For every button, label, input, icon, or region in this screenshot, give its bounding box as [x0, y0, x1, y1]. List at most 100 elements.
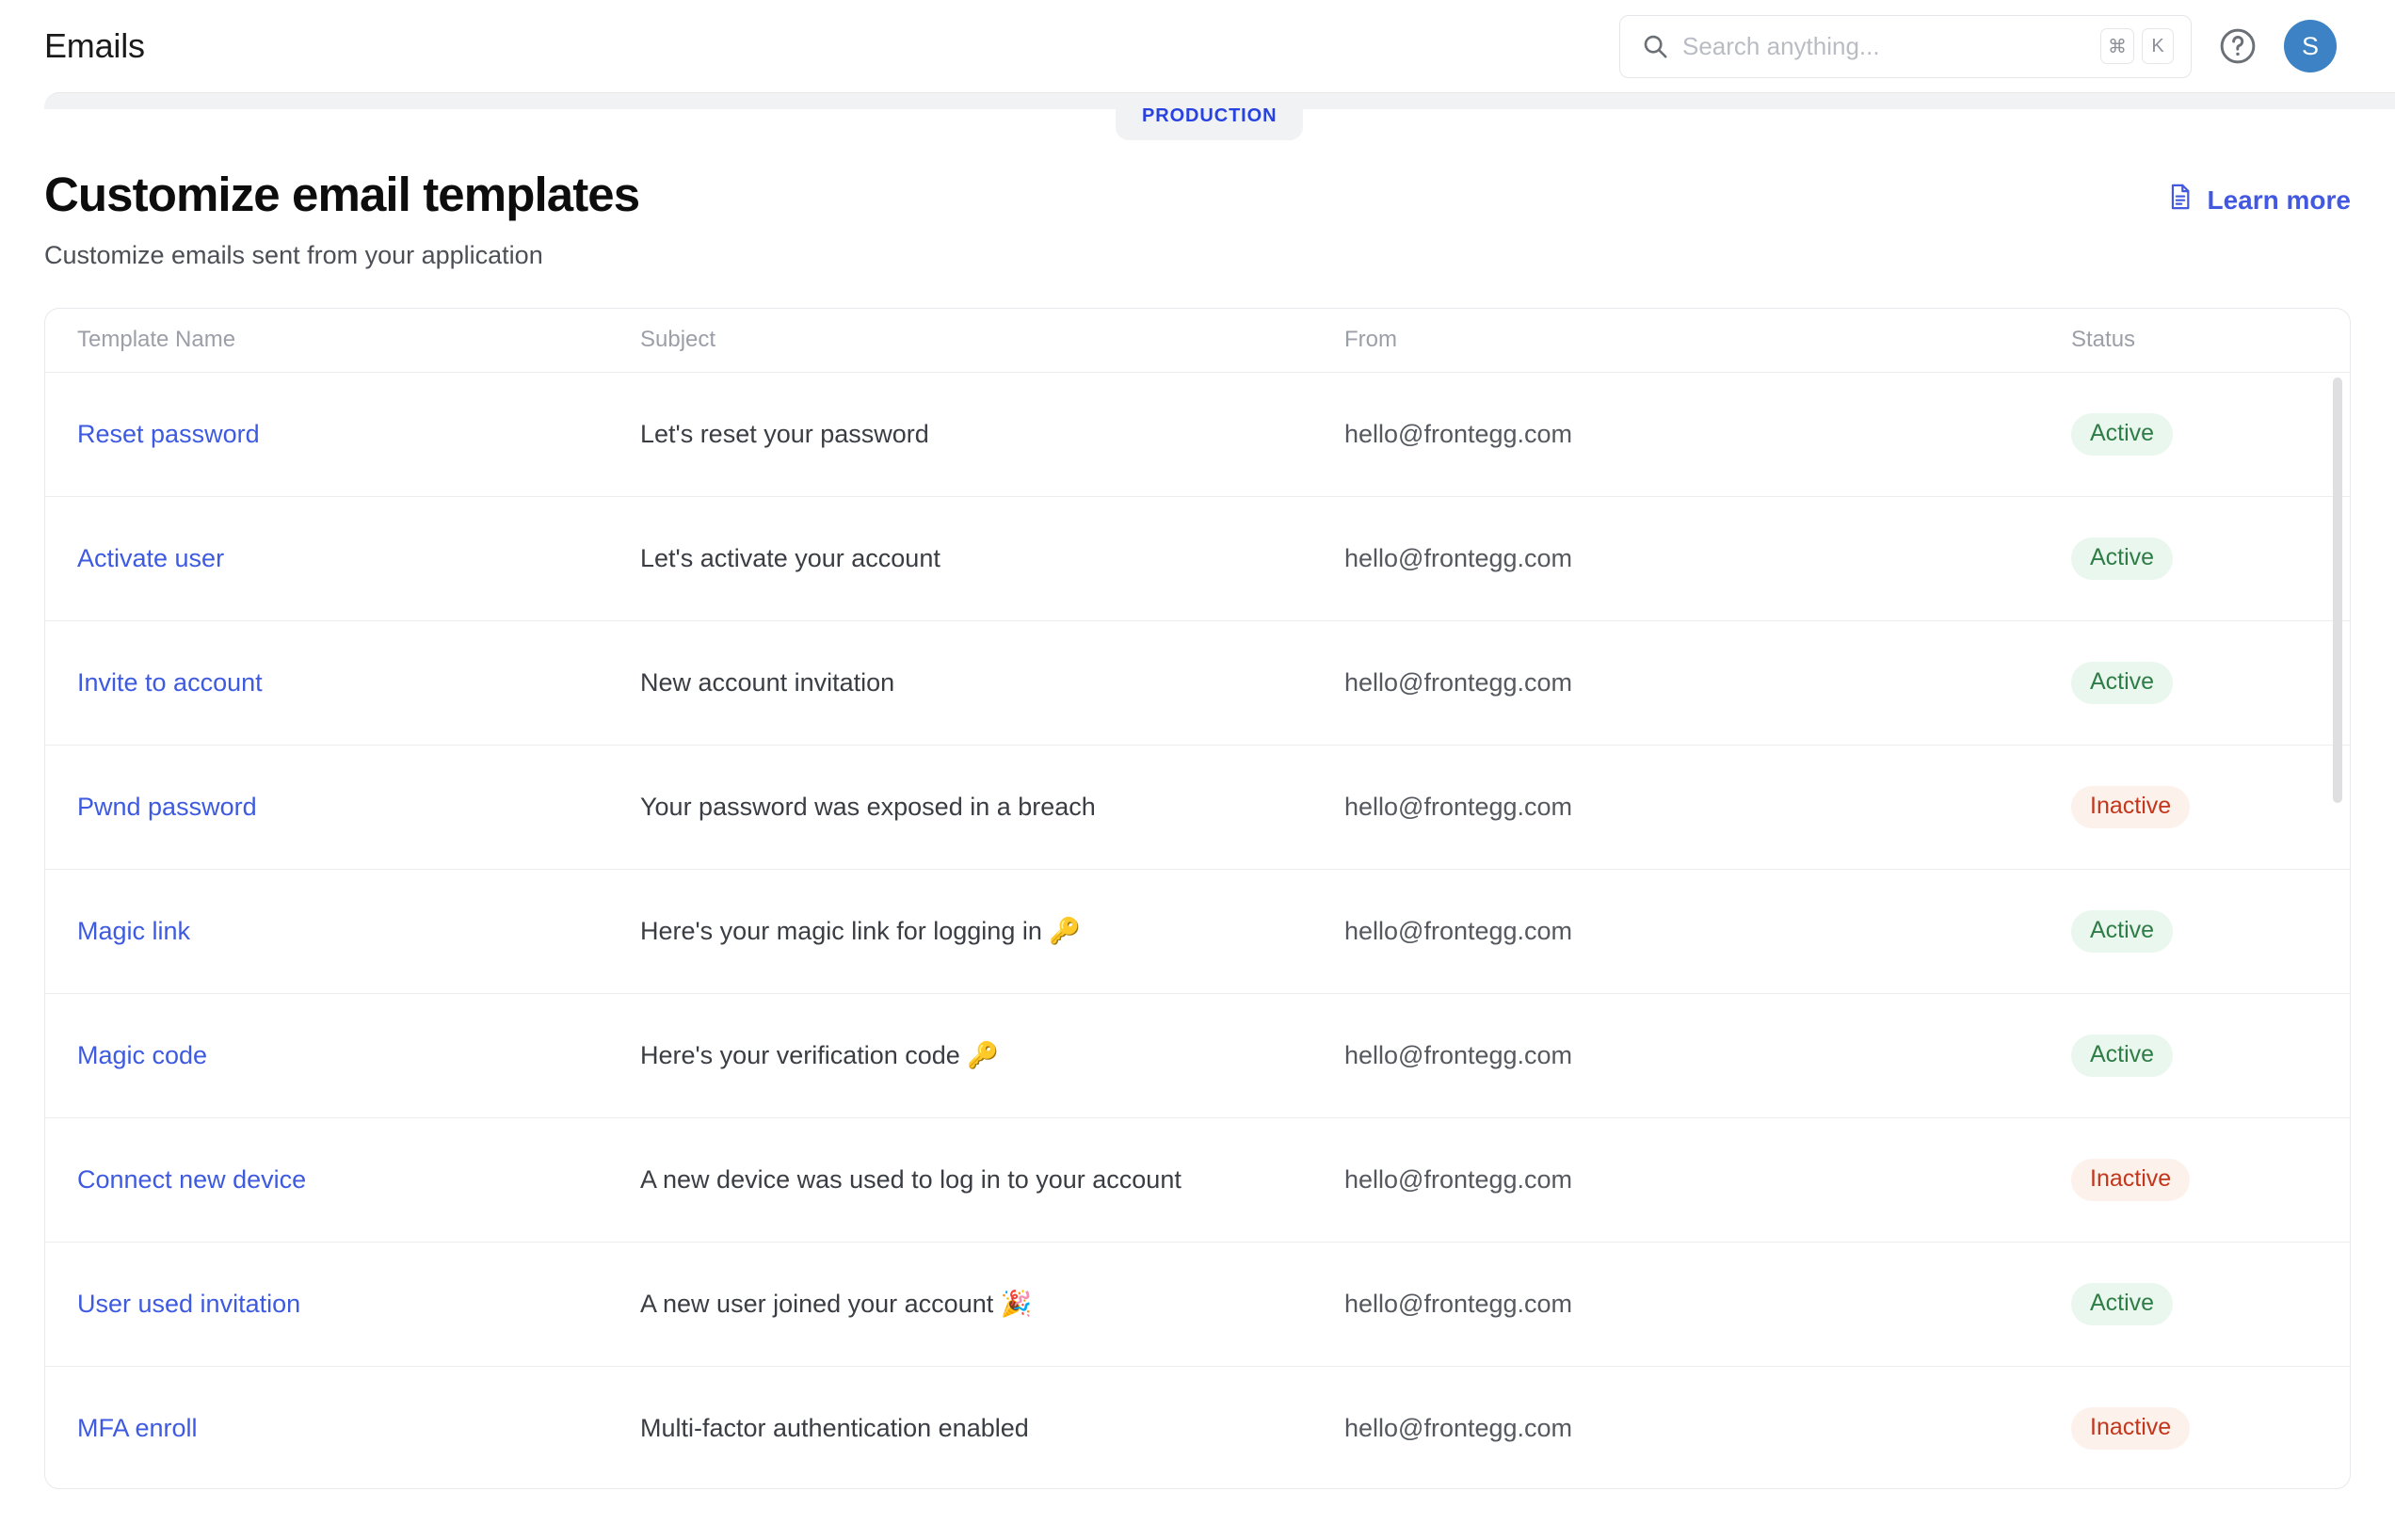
table-row[interactable]: Reset password Let's reset your password h…	[45, 373, 2350, 497]
table-body: Reset password Let's reset your password h…	[45, 373, 2350, 1488]
page-header: Customize email templates Customize emai…	[44, 109, 2351, 270]
status-badge: Active	[2071, 909, 2174, 953]
environment-band: PRODUCTION	[44, 92, 2395, 140]
help-circle-icon[interactable]	[2216, 24, 2259, 68]
template-name-link[interactable]: Pwnd password	[77, 793, 257, 821]
cell-status: Active	[2062, 1034, 2350, 1077]
subject-text: Multi-factor authentication enabled	[640, 1414, 1029, 1443]
cell-from: hello@frontegg.com	[1335, 668, 2062, 698]
table-row[interactable]: Pwnd password Your password was exposed i…	[45, 746, 2350, 870]
template-name-link[interactable]: MFA enroll	[77, 1414, 198, 1442]
cell-subject: Here's your verification code 🔑	[631, 1040, 1335, 1070]
template-name-link[interactable]: User used invitation	[77, 1290, 300, 1318]
table-row[interactable]: User used invitation A new user joined yo…	[45, 1243, 2350, 1367]
top-bar: Emails ⌘ K S	[0, 0, 2395, 92]
cell-from: hello@frontegg.com	[1335, 917, 2062, 946]
template-name-link[interactable]: Connect new device	[77, 1165, 306, 1194]
column-header-subject: Subject	[640, 327, 716, 353]
subject-text: Here's your magic link for logging in 🔑	[640, 917, 1081, 946]
template-name-link[interactable]: Reset password	[77, 420, 260, 448]
cell-from: hello@frontegg.com	[1335, 1290, 2062, 1319]
cell-template-name: Activate user	[45, 544, 631, 573]
table-scrollbar[interactable]	[2331, 374, 2344, 1488]
status-badge: Active	[2071, 661, 2174, 704]
search-shortcut-keys: ⌘ K	[2100, 28, 2174, 64]
app-section-title: Emails	[44, 26, 145, 65]
table-row[interactable]: Magic code Here's your verification code …	[45, 994, 2350, 1118]
from-email: hello@frontegg.com	[1344, 419, 1573, 448]
cell-status: Active	[2062, 909, 2350, 953]
table-row[interactable]: Activate user Let's activate your account…	[45, 497, 2350, 621]
from-email: hello@frontegg.com	[1344, 1040, 1573, 1069]
cell-status: Inactive	[2062, 1407, 2350, 1451]
cell-template-name: User used invitation	[45, 1290, 631, 1319]
cell-template-name: MFA enroll	[45, 1414, 631, 1443]
status-badge: Active	[2071, 1034, 2174, 1077]
cell-subject: Let's reset your password	[631, 420, 1335, 449]
kbd-k: K	[2142, 28, 2174, 64]
cell-subject: Let's activate your account	[631, 544, 1335, 573]
cell-template-name: Reset password	[45, 420, 631, 449]
cell-from: hello@frontegg.com	[1335, 793, 2062, 822]
subject-text: A new device was used to log in to your …	[640, 1164, 1181, 1194]
status-badge: Active	[2071, 1282, 2174, 1325]
search-input[interactable]	[1682, 31, 2087, 61]
search-bar[interactable]: ⌘ K	[1619, 14, 2192, 78]
learn-more-label: Learn more	[2207, 184, 2352, 215]
column-header-status: Status	[2071, 327, 2136, 353]
column-header-template-name: Template Name	[77, 327, 236, 353]
table-row[interactable]: Invite to account New account invitation h…	[45, 621, 2350, 746]
page-title: Customize email templates	[44, 168, 640, 221]
page-subtitle: Customize emails sent from your applicat…	[44, 240, 543, 269]
cell-status: Active	[2062, 537, 2350, 580]
cell-status: Active	[2062, 412, 2350, 456]
from-email: hello@frontegg.com	[1344, 1414, 1573, 1443]
status-badge: Active	[2071, 412, 2174, 456]
cell-status: Inactive	[2062, 785, 2350, 828]
table-row[interactable]: Connect new device A new device was used …	[45, 1118, 2350, 1243]
cell-subject: A new user joined your account 🎉	[631, 1289, 1335, 1319]
subject-text: Let's activate your account	[640, 543, 940, 572]
cell-status: Active	[2062, 661, 2350, 704]
template-name-link[interactable]: Magic link	[77, 917, 190, 945]
from-email: hello@frontegg.com	[1344, 1289, 1573, 1318]
cell-subject: Multi-factor authentication enabled	[631, 1414, 1335, 1443]
status-badge: Inactive	[2071, 1407, 2191, 1451]
email-templates-table: Template Name Subject From Status Reset …	[44, 307, 2351, 1489]
subject-text: A new user joined your account 🎉	[640, 1290, 1033, 1319]
cell-from: hello@frontegg.com	[1335, 1041, 2062, 1070]
cell-status: Active	[2062, 1282, 2350, 1325]
table-scrollbar-thumb[interactable]	[2333, 377, 2342, 803]
status-badge: Inactive	[2071, 1158, 2191, 1201]
subject-text: New account invitation	[640, 667, 895, 697]
template-name-link[interactable]: Activate user	[77, 544, 224, 572]
top-bar-actions: ⌘ K S	[1619, 14, 2337, 78]
cell-template-name: Magic code	[45, 1041, 631, 1070]
subject-text: Let's reset your password	[640, 419, 929, 448]
avatar[interactable]: S	[2284, 20, 2337, 72]
cell-from: hello@frontegg.com	[1335, 420, 2062, 449]
table-row[interactable]: MFA enroll Multi-factor authentication en…	[45, 1367, 2350, 1488]
status-badge: Active	[2071, 537, 2174, 580]
column-header-from: From	[1344, 327, 1397, 353]
from-email: hello@frontegg.com	[1344, 667, 1573, 697]
page-header-text: Customize email templates Customize emai…	[44, 169, 2167, 270]
from-email: hello@frontegg.com	[1344, 1164, 1573, 1194]
status-badge: Inactive	[2071, 785, 2191, 828]
subject-text: Here's your verification code 🔑	[640, 1041, 999, 1070]
document-icon	[2167, 183, 2194, 217]
table-header-row: Template Name Subject From Status	[45, 309, 2350, 373]
cell-status: Inactive	[2062, 1158, 2350, 1201]
learn-more-link[interactable]: Learn more	[2167, 183, 2352, 217]
cell-from: hello@frontegg.com	[1335, 1165, 2062, 1195]
cell-subject: Your password was exposed in a breach	[631, 793, 1335, 822]
table-row[interactable]: Magic link Here's your magic link for log…	[45, 870, 2350, 994]
template-name-link[interactable]: Magic code	[77, 1041, 207, 1069]
cell-subject: Here's your magic link for logging in 🔑	[631, 916, 1335, 946]
template-name-link[interactable]: Invite to account	[77, 668, 263, 697]
from-email: hello@frontegg.com	[1344, 916, 1573, 945]
search-icon	[1641, 32, 1669, 60]
cell-template-name: Magic link	[45, 917, 631, 946]
page-content: Customize email templates Customize emai…	[0, 109, 2395, 1489]
cell-template-name: Pwnd password	[45, 793, 631, 822]
